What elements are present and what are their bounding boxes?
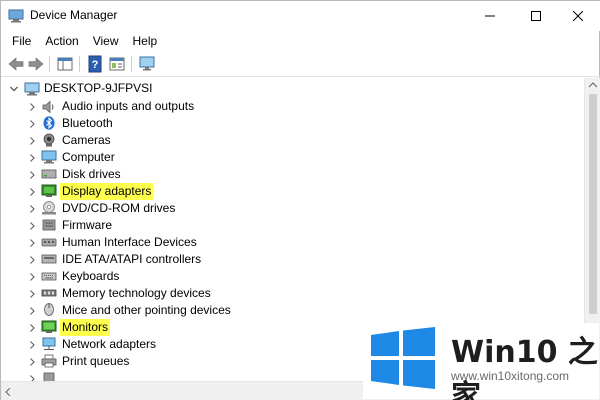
tree-item-label: Human Interface Devices <box>62 235 197 249</box>
tree-item[interactable]: Firmware <box>1 217 584 234</box>
chevron-right-icon[interactable] <box>28 341 36 349</box>
tree-item[interactable]: Human Interface Devices <box>1 234 584 251</box>
menu-help[interactable]: Help <box>126 31 165 51</box>
tree-item-label: Print queues <box>62 354 130 368</box>
tree-item-label-highlighted: Monitors <box>60 319 111 336</box>
window-title: Device Manager <box>30 8 118 22</box>
svg-text:?: ? <box>92 59 99 71</box>
back-arrow-icon[interactable] <box>7 55 25 73</box>
scrollbar-thumb[interactable] <box>589 94 597 314</box>
tree-item-label: Cameras <box>62 133 111 147</box>
computer-icon <box>24 82 40 96</box>
chevron-down-icon[interactable] <box>10 85 18 93</box>
chevron-right-icon[interactable] <box>28 154 36 162</box>
keyboard-icon <box>41 272 57 281</box>
memory-icon <box>41 289 57 297</box>
chevron-right-icon[interactable] <box>28 324 36 332</box>
tree-root-label: DESKTOP-9JFPVSI <box>44 81 153 95</box>
hid-icon <box>41 238 57 247</box>
menu-action[interactable]: Action <box>38 31 85 51</box>
tree-item[interactable]: Mice and other pointing devices <box>1 302 584 319</box>
display-adapter-icon <box>41 184 57 197</box>
tree-item[interactable]: Keyboards <box>1 268 584 285</box>
scan-hardware-icon[interactable] <box>138 55 156 73</box>
tree-item-label: Computer <box>62 150 115 164</box>
speaker-icon <box>42 100 54 114</box>
camera-icon <box>43 133 55 147</box>
tree-root-row[interactable]: DESKTOP-9JFPVSI <box>1 80 584 97</box>
tree-item-label: Mice and other pointing devices <box>62 303 231 317</box>
maximize-icon <box>531 11 541 21</box>
tree-item[interactable]: Display adapters <box>1 183 584 200</box>
chevron-right-icon[interactable] <box>28 171 36 179</box>
show-hide-console-tree-icon[interactable] <box>56 55 74 73</box>
toolbar: ? <box>1 51 600 77</box>
chevron-right-icon[interactable] <box>28 120 36 128</box>
chevron-right-icon[interactable] <box>28 188 36 196</box>
minimize-button[interactable] <box>467 1 513 31</box>
tree-item[interactable]: Bluetooth <box>1 115 584 132</box>
watermark: Win10 之家 www.win10xitong.com <box>363 323 599 400</box>
tree-item[interactable]: Memory technology devices <box>1 285 584 302</box>
chevron-right-icon[interactable] <box>28 137 36 145</box>
tree-item-label: Disk drives <box>62 167 121 181</box>
tree-item-label-highlighted: Display adapters <box>60 183 154 200</box>
watermark-url: www.win10xitong.com <box>451 369 570 383</box>
chevron-right-icon[interactable] <box>28 273 36 281</box>
tree-item-label: Memory technology devices <box>62 286 211 300</box>
mouse-icon <box>44 303 54 316</box>
chevron-right-icon[interactable] <box>28 205 36 213</box>
chevron-right-icon[interactable] <box>28 222 36 230</box>
chevron-right-icon[interactable] <box>28 307 36 315</box>
ide-controller-icon <box>41 254 57 264</box>
menu-view[interactable]: View <box>86 31 126 51</box>
tree-item-label: IDE ATA/ATAPI controllers <box>62 252 202 266</box>
title-bar: Device Manager <box>1 1 600 31</box>
chevron-right-icon[interactable] <box>28 358 36 366</box>
scroll-left-icon[interactable] <box>5 388 11 396</box>
tree-item-label: Network adapters <box>62 337 157 351</box>
tree-item[interactable]: IDE ATA/ATAPI controllers <box>1 251 584 268</box>
monitor-icon <box>41 320 57 333</box>
tree-item-label: Keyboards <box>62 269 120 283</box>
tree-item[interactable]: Audio inputs and outputs <box>1 98 584 115</box>
tree-item[interactable]: Computer <box>1 149 584 166</box>
tree-item-label: Audio inputs and outputs <box>62 99 195 113</box>
tree-item-label: Firmware <box>62 218 112 232</box>
windows-logo-icon <box>371 327 435 389</box>
device-manager-app-icon <box>8 9 24 23</box>
computer-icon <box>41 150 57 164</box>
properties-icon[interactable] <box>108 55 126 73</box>
maximize-button[interactable] <box>513 1 559 31</box>
close-button[interactable] <box>555 1 600 31</box>
tree-item-label: Bluetooth <box>62 116 113 130</box>
dvd-drive-icon <box>42 201 56 215</box>
menu-file[interactable]: File <box>5 31 38 51</box>
scroll-up-icon[interactable] <box>589 82 597 88</box>
chevron-right-icon[interactable] <box>28 290 36 298</box>
printer-icon <box>41 354 57 368</box>
tree-item[interactable]: Disk drives <box>1 166 584 183</box>
toolbar-separator <box>49 56 50 72</box>
network-adapter-icon <box>42 337 56 350</box>
tree-item[interactable]: DVD/CD-ROM drives <box>1 200 584 217</box>
bluetooth-icon <box>43 116 55 130</box>
processor-icon <box>43 372 55 381</box>
toolbar-separator <box>79 56 80 72</box>
minimize-icon <box>485 15 495 17</box>
menu-bar: File Action View Help <box>1 31 600 51</box>
tree-item[interactable]: Cameras <box>1 132 584 149</box>
firmware-icon <box>42 219 56 231</box>
disk-drive-icon <box>41 169 57 179</box>
chevron-right-icon[interactable] <box>28 103 36 111</box>
device-manager-window: Device Manager File Action View Help ? D… <box>0 0 600 400</box>
help-icon[interactable]: ? <box>86 55 104 73</box>
toolbar-separator <box>131 56 132 72</box>
watermark-brand: Win10 之家 <box>451 335 598 400</box>
tree-item-label: DVD/CD-ROM drives <box>62 201 176 215</box>
forward-arrow-icon[interactable] <box>27 55 45 73</box>
chevron-right-icon[interactable] <box>28 239 36 247</box>
chevron-right-icon[interactable] <box>28 256 36 264</box>
close-icon <box>573 11 583 21</box>
